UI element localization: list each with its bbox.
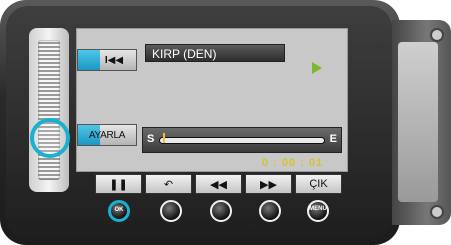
menu-hardware-button[interactable]: MENU [307,200,329,222]
adjust-label: AYARLA [88,129,126,141]
adjust-button[interactable]: AYARLA [77,124,137,146]
back-arrow-icon: ↶ [163,178,174,191]
screw-icon [430,28,444,42]
position-marker[interactable] [163,133,166,143]
exit-button[interactable]: ÇIK [295,174,342,194]
hardware-button-3[interactable] [210,200,232,222]
ok-hardware-button[interactable]: OK [108,200,130,222]
lcd-screen: I◀◀ KIRP (DEN) AYARLA S E 0 : 00 : 01 [76,28,348,172]
hardware-button-4[interactable] [259,200,281,222]
screw-icon [430,205,444,219]
fast-forward-icon: ▶▶ [260,178,277,191]
rewind-icon: ◀◀ [210,178,227,191]
trim-track[interactable] [159,133,325,144]
accent-tab [78,50,100,70]
slider-highlight-ring [30,118,70,158]
touch-slider[interactable] [29,28,69,192]
track-end-label: E [329,133,337,145]
exit-label: ÇIK [309,178,328,190]
side-hinge-panel [392,20,451,225]
hardware-button-2[interactable] [160,200,182,222]
screen-title: KIRP (DEN) [145,44,285,62]
skip-back-button[interactable]: I◀◀ [77,49,137,71]
slider-ridges [38,40,60,180]
fast-forward-button[interactable]: ▶▶ [245,174,292,194]
hinge-cover [398,42,438,202]
menu-label: MENU [309,206,327,212]
rewind-button[interactable]: ◀◀ [195,174,242,194]
trim-track-panel: S E [142,127,342,153]
back-button[interactable]: ↶ [145,174,192,194]
track-start-label: S [147,133,155,145]
skip-back-icon: I◀◀ [104,54,124,66]
time-readout: 0 : 00 : 01 [262,157,324,169]
ok-label: OK [114,207,124,213]
pause-button[interactable]: ❚❚ [95,174,142,194]
play-icon [312,62,322,74]
playback-toolbar: ❚❚ ↶ ◀◀ ▶▶ ÇIK [95,174,343,194]
hardware-buttons: OK MENU [104,200,344,226]
pause-icon: ❚❚ [109,178,128,191]
